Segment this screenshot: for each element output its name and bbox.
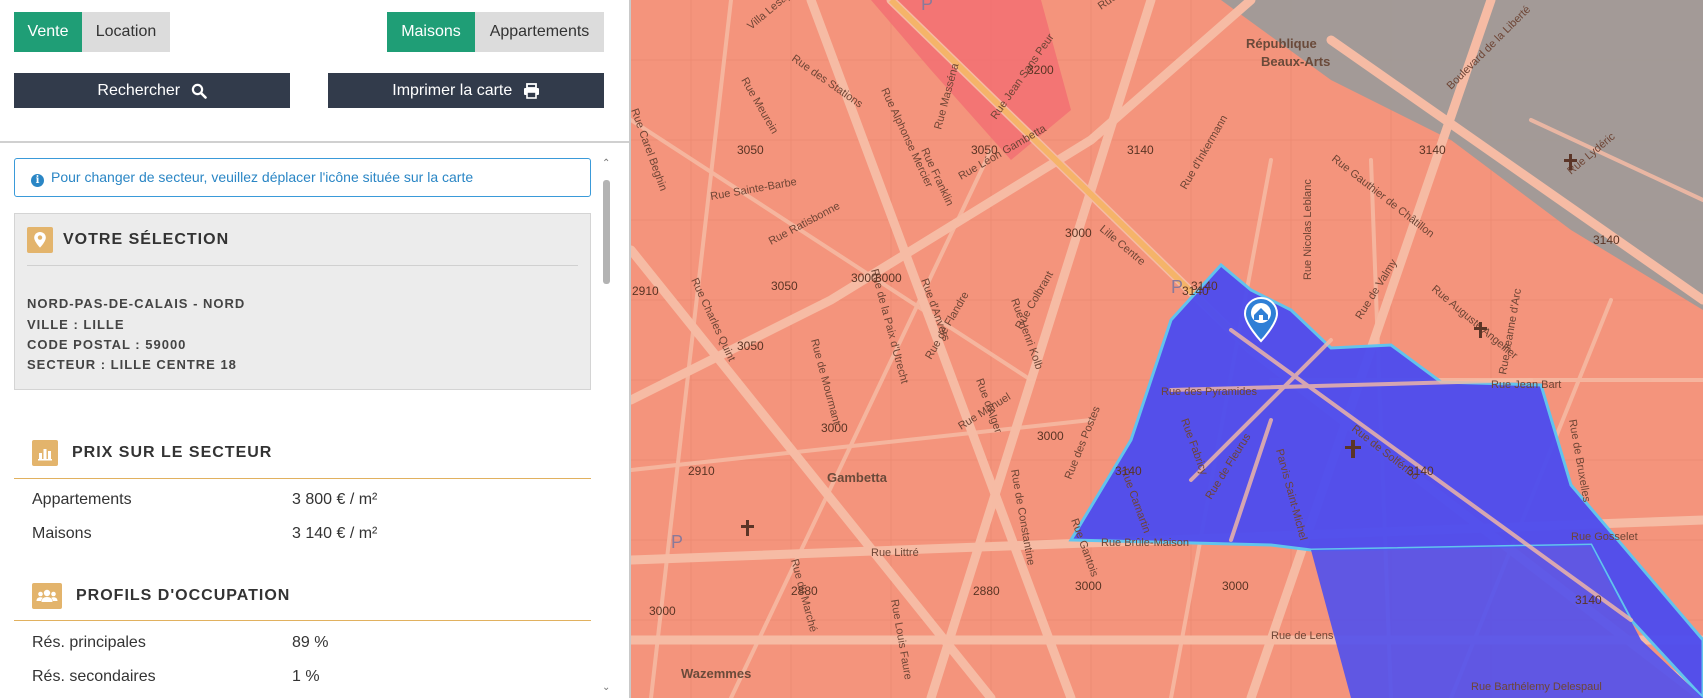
- occupancy-row-label: Rés. secondaires: [32, 668, 156, 685]
- scroll-up-arrow[interactable]: ⌃: [602, 158, 610, 169]
- svg-text:Rue Littré: Rue Littré: [871, 547, 919, 559]
- svg-text:2910: 2910: [632, 284, 659, 298]
- occupancy-row-value: 1 %: [292, 668, 320, 685]
- selection-box: VOTRE SÉLECTION NORD-PAS-DE-CALAIS - NOR…: [14, 213, 591, 390]
- selection-region: NORD-PAS-DE-CALAIS - NORD: [27, 296, 246, 311]
- svg-text:2880: 2880: [973, 584, 1000, 598]
- print-map-button[interactable]: Imprimer la carte: [328, 73, 604, 108]
- price-row-value: 3 140 € / m²: [292, 525, 378, 542]
- svg-text:3050: 3050: [771, 279, 798, 293]
- info-message: Pour changer de secteur, veuillez déplac…: [51, 169, 474, 185]
- prices-title: PRIX SUR LE SECTEUR: [72, 444, 273, 461]
- houses-toggle[interactable]: Maisons: [387, 12, 475, 52]
- svg-text:3050: 3050: [971, 143, 998, 157]
- search-icon: [191, 83, 207, 99]
- scrollbar-thumb[interactable]: [603, 180, 610, 284]
- svg-text:3000: 3000: [1065, 226, 1092, 240]
- selection-sector: SECTEUR : LILLE CENTRE 18: [27, 357, 237, 372]
- search-button-label: Rechercher: [97, 82, 181, 99]
- svg-text:3140: 3140: [1593, 233, 1620, 247]
- info-icon: i: [31, 174, 44, 187]
- map[interactable]: République Beaux-Arts Gambetta Wazemmes …: [631, 0, 1703, 698]
- occupancy-row-label: Rés. principales: [32, 634, 146, 651]
- selection-title: VOTRE SÉLECTION: [63, 231, 230, 248]
- svg-text:Rue Brûle-Maison: Rue Brûle-Maison: [1101, 537, 1189, 549]
- svg-text:Beaux-Arts: Beaux-Arts: [1261, 54, 1330, 69]
- scrollbar[interactable]: ⌃ ⌄: [600, 158, 614, 698]
- bar-chart-icon: [32, 440, 58, 466]
- rent-toggle[interactable]: Location: [82, 12, 170, 52]
- svg-text:3140: 3140: [1419, 143, 1446, 157]
- svg-text:Rue des Pyramides: Rue des Pyramides: [1161, 386, 1257, 398]
- parking-icon: P: [671, 532, 683, 552]
- occupancy-row-value: 89 %: [292, 634, 329, 651]
- svg-text:P: P: [1171, 277, 1183, 297]
- svg-text:2880: 2880: [791, 584, 818, 598]
- search-button[interactable]: Rechercher: [14, 73, 290, 108]
- svg-text:3050: 3050: [737, 143, 764, 157]
- print-button-label: Imprimer la carte: [392, 82, 513, 99]
- svg-text:3140: 3140: [1115, 464, 1142, 478]
- svg-text:3000: 3000: [1222, 579, 1249, 593]
- apartments-toggle[interactable]: Appartements: [475, 12, 604, 52]
- svg-text:3000: 3000: [649, 604, 676, 618]
- svg-text:3000: 3000: [821, 421, 848, 435]
- occupancy-title: PROFILS D'OCCUPATION: [76, 587, 291, 604]
- svg-text:3000: 3000: [1075, 579, 1102, 593]
- scroll-down-arrow[interactable]: ⌄: [602, 682, 610, 693]
- price-row-value: 3 800 € / m²: [292, 491, 378, 508]
- svg-text:Rue Jean Bart: Rue Jean Bart: [1491, 379, 1561, 391]
- selection-divider: [27, 265, 578, 266]
- users-icon: [32, 583, 62, 609]
- svg-text:Rue Nicolas Leblanc: Rue Nicolas Leblanc: [1302, 179, 1314, 280]
- svg-text:3000: 3000: [875, 271, 902, 285]
- svg-text:Rue de Lens: Rue de Lens: [1271, 630, 1334, 642]
- svg-text:2910: 2910: [688, 464, 715, 478]
- svg-text:Rue Barthélemy Delespaul: Rue Barthélemy Delespaul: [1471, 681, 1602, 693]
- selection-postal-code: CODE POSTAL : 59000: [27, 337, 187, 352]
- svg-text:3140: 3140: [1407, 464, 1434, 478]
- svg-text:Gambetta: Gambetta: [827, 470, 888, 485]
- svg-text:République: République: [1246, 36, 1317, 51]
- left-panel: Vente Location Maisons Appartements Rech…: [0, 0, 629, 698]
- svg-text:3140: 3140: [1127, 143, 1154, 157]
- svg-text:3140: 3140: [1191, 279, 1218, 293]
- printer-icon: [523, 82, 539, 99]
- occupancy-divider: [14, 620, 591, 621]
- svg-text:Rue Gosselet: Rue Gosselet: [1571, 531, 1638, 543]
- svg-text:3000: 3000: [1037, 429, 1064, 443]
- price-row-label: Maisons: [32, 525, 92, 542]
- map-pin-icon: [27, 227, 53, 253]
- panel-separator: [0, 141, 629, 143]
- svg-text:3200: 3200: [1027, 63, 1054, 77]
- price-row-label: Appartements: [32, 491, 132, 508]
- svg-text:3000: 3000: [851, 271, 878, 285]
- svg-text:3140: 3140: [1575, 593, 1602, 607]
- svg-text:Wazemmes: Wazemmes: [681, 666, 751, 681]
- sale-toggle[interactable]: Vente: [14, 12, 82, 52]
- svg-text:P: P: [921, 0, 933, 14]
- selection-city: VILLE : LILLE: [27, 317, 125, 332]
- info-alert: i Pour changer de secteur, veuillez dépla…: [14, 158, 591, 197]
- prices-divider: [14, 478, 591, 479]
- svg-text:3050: 3050: [737, 339, 764, 353]
